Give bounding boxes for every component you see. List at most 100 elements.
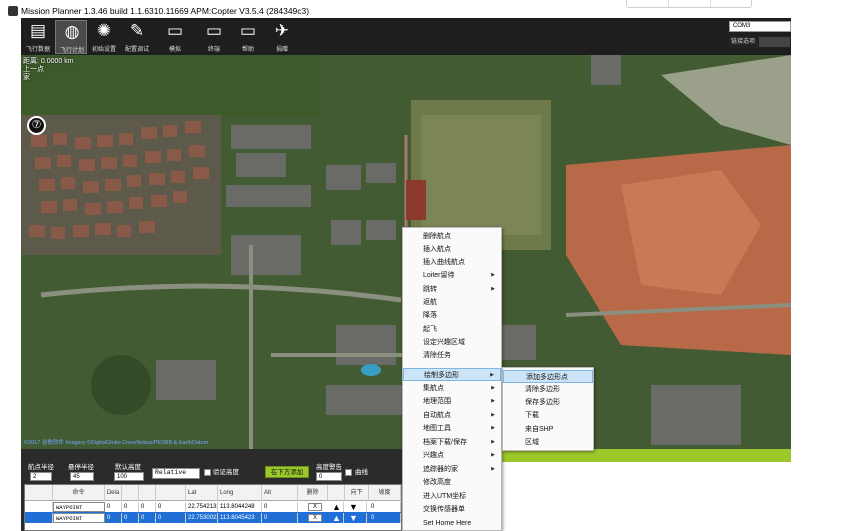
cell-alt[interactable]: 0 <box>262 513 298 523</box>
toolbar-initial-setup[interactable]: ✺ 初始设置 <box>88 20 120 54</box>
submenu-arrow-icon: ▶ <box>491 452 495 458</box>
cell-long[interactable]: 113.8045423 <box>218 513 262 523</box>
submenu-item-label: 保存多边形 <box>525 399 560 406</box>
toolbar-flight-data[interactable]: ▤ 飞行数据 <box>22 20 54 54</box>
menu-item-clear-mission[interactable]: 清除任务 <box>403 349 501 362</box>
move-up-icon[interactable]: ▲ <box>330 502 344 512</box>
menu-item-jump[interactable]: 跳转 ▶ <box>403 283 501 296</box>
toolbar-config-tuning[interactable]: ✎ 配置调试 <box>121 20 153 54</box>
verify-height-checkbox[interactable] <box>204 469 211 476</box>
baud-select[interactable] <box>759 37 790 47</box>
toolbar-donate[interactable]: ✈ 捐赠 <box>266 20 298 54</box>
move-down-icon[interactable]: ▼ <box>347 513 367 523</box>
submenu-item-area[interactable]: 区域 <box>503 436 593 449</box>
toolbar-label: 飞行数据 <box>25 47 50 53</box>
menu-item-modify-alt[interactable]: 修改高度 <box>403 476 501 489</box>
submenu-item-label: 添加多边形点 <box>526 374 568 381</box>
maximize-button[interactable] <box>669 0 711 7</box>
menu-item-label: 降落 <box>423 312 437 319</box>
cell-lat[interactable]: 22.7530022 <box>186 513 218 523</box>
menu-item-enter-utm[interactable]: 进入UTM坐标 <box>403 490 501 503</box>
alt-warn-input[interactable]: 0 <box>316 472 342 481</box>
move-down-icon[interactable]: ▼ <box>347 502 367 512</box>
connect-options[interactable]: 链接选项 <box>729 36 791 48</box>
submenu-item-from-shp[interactable]: 来自SHP <box>503 423 593 436</box>
close-button[interactable] <box>711 0 753 7</box>
command-select[interactable]: WAYPOINT <box>53 513 105 523</box>
add-below-button[interactable]: 在下方添加 <box>265 466 309 478</box>
menu-item-rally-points[interactable]: 集航点 ▶ <box>403 382 501 395</box>
menu-item-insert-spline-wp[interactable]: 插入曲线航点 <box>403 256 501 269</box>
wp-radius-input[interactable]: 2 <box>30 472 52 481</box>
menu-item-label: 地理范围 <box>423 398 451 405</box>
map-copyright: ©2017 谷歌软件 Imagery ©DigitalGlobe Cnes/Ai… <box>24 440 209 446</box>
delete-button[interactable]: X <box>308 503 322 511</box>
row-selector[interactable] <box>25 502 53 512</box>
command-select[interactable]: WAYPOINT <box>53 502 105 512</box>
alt-warn-label: 高度警告 <box>316 464 342 471</box>
cell-param3[interactable]: 0 <box>139 513 156 523</box>
cell-param3[interactable]: 0 <box>139 502 156 512</box>
menu-item-takeoff[interactable]: 起飞 <box>403 323 501 336</box>
menu-item-file-load-save[interactable]: 档案下载/保存 ▶ <box>403 436 501 449</box>
cell-param2[interactable]: 0 <box>122 502 139 512</box>
cell-param4[interactable]: 0 <box>156 502 186 512</box>
connect-options-label: 链接选项 <box>731 39 756 45</box>
flight-data-icon: ▤ <box>29 21 47 40</box>
toolbar-flight-plan[interactable]: ◍ 飞行计划 <box>55 20 87 54</box>
alt-mode-select[interactable]: Relative <box>152 468 200 479</box>
submenu-item-add-polygon-point[interactable]: 添加多边形点 <box>503 370 593 383</box>
cell-alt[interactable]: 0 <box>262 502 298 512</box>
row-selector[interactable] <box>25 513 53 523</box>
menu-item-insert-wp[interactable]: 插入航点 <box>403 243 501 256</box>
menu-item-label: 兴趣点 <box>423 452 444 459</box>
submenu-item-download[interactable]: 下载 <box>503 409 593 422</box>
setup-gear-icon: ✺ <box>96 21 112 40</box>
move-up-icon[interactable]: ▲ <box>330 513 344 523</box>
minimize-button[interactable] <box>627 0 669 7</box>
cell-long[interactable]: 113.8044248 <box>218 502 262 512</box>
cell-param2[interactable]: 0 <box>122 513 139 523</box>
default-alt-input[interactable]: 100 <box>114 472 144 481</box>
cell-param4[interactable]: 0 <box>156 513 186 523</box>
menu-item-rtl[interactable]: 返航 <box>403 296 501 309</box>
submenu-arrow-icon: ▶ <box>491 272 495 278</box>
menu-item-auto-wp[interactable]: 自动航点 ▶ <box>403 409 501 422</box>
menu-item-land[interactable]: 降落 <box>403 309 501 322</box>
menu-item-set-home[interactable]: Set Home Here <box>403 517 501 530</box>
toolbar-help[interactable]: ▭ 帮助 <box>232 20 264 54</box>
menu-item-loiter[interactable]: Loiter留待 ▶ <box>403 269 501 282</box>
delete-button[interactable]: X <box>308 514 322 522</box>
waypoint-table[interactable]: 命令 Dela Lat Long Alt 删除 向下 坡度 WAYPOINT 0… <box>24 484 402 531</box>
menu-item-swap-sensor[interactable]: 交换传感器单 <box>403 503 501 516</box>
menu-item-set-roi[interactable]: 设定兴趣区域 <box>403 336 501 349</box>
submenu-item-label: 区域 <box>525 439 539 446</box>
menu-item-draw-polygon[interactable]: 绘制多边形 ▶ <box>403 368 501 381</box>
toolbar-terminal[interactable]: ▭ 终端 <box>198 20 230 54</box>
toolbar-simulation[interactable]: ▭ 模拟 <box>159 20 191 54</box>
loiter-radius-input[interactable]: 45 <box>70 472 94 481</box>
menu-item-delete-wp[interactable]: 删除航点 <box>403 230 501 243</box>
submenu-arrow-icon: ▶ <box>490 372 494 378</box>
menu-item-label: 交换传感器单 <box>423 506 465 513</box>
col-header-alt: Alt <box>262 485 298 501</box>
cell-lat[interactable]: 22.7542133 <box>186 502 218 512</box>
menu-item-label: 起飞 <box>423 326 437 333</box>
menu-item-label: 插入航点 <box>423 246 451 253</box>
menu-item-poi[interactable]: 兴趣点 ▶ <box>403 449 501 462</box>
menu-item-tracker-home[interactable]: 追踪器的家 ▶ <box>403 463 501 476</box>
submenu-item-save-polygon[interactable]: 保存多边形 <box>503 396 593 409</box>
port-select[interactable]: COM3 <box>729 21 791 32</box>
col-header <box>122 485 139 501</box>
spline-checkbox[interactable] <box>345 469 352 476</box>
col-header <box>139 485 156 501</box>
cell-delay[interactable]: 0 <box>105 502 122 512</box>
cell-delay[interactable]: 0 <box>105 513 122 523</box>
menu-item-label: 设定兴趣区域 <box>423 339 465 346</box>
menu-item-map-tools[interactable]: 地图工具 ▶ <box>403 422 501 435</box>
window-controls[interactable] <box>626 0 752 8</box>
menu-item-label: 地图工具 <box>423 425 451 432</box>
menu-item-geofence[interactable]: 地理范围 ▶ <box>403 395 501 408</box>
submenu-item-clear-polygon[interactable]: 清除多边形 <box>503 383 593 396</box>
col-header-delay: Dela <box>105 485 122 501</box>
